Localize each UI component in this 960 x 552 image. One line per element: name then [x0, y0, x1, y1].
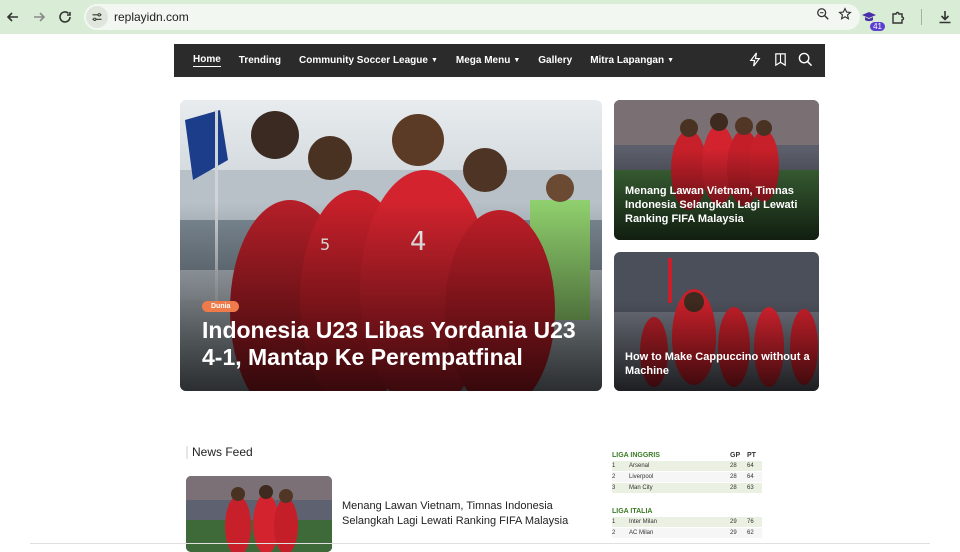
download-icon	[939, 11, 951, 24]
page-divider	[30, 543, 930, 544]
bolt-icon[interactable]	[748, 52, 763, 67]
points: 64	[747, 474, 754, 480]
points: 64	[747, 463, 754, 469]
league-name[interactable]: LIGA ITALIA	[612, 508, 730, 517]
puzzle-icon	[892, 11, 905, 24]
reload-button[interactable]	[52, 4, 78, 30]
team-name: Arsenal	[629, 463, 650, 469]
team-name: Liverpool	[629, 474, 654, 480]
points: 76	[747, 519, 754, 525]
table-row[interactable]: 2 Liverpool 28 64	[612, 472, 762, 483]
arrow-right-icon	[34, 12, 46, 22]
nav-label: Gallery	[538, 55, 573, 66]
nav-item-home[interactable]: Home	[193, 54, 221, 67]
nav-label: Mega Menu	[455, 55, 511, 66]
category-badge[interactable]: Dunia	[202, 301, 240, 312]
points: 62	[747, 530, 754, 536]
heading-accent	[186, 445, 188, 459]
bookmark-star-icon[interactable]	[838, 7, 852, 21]
side-article-title[interactable]: Menang Lawan Vietnam, Timnas Indonesia S…	[625, 184, 811, 226]
position: 1	[612, 463, 616, 469]
browser-toolbar: replayidn.com 41	[0, 0, 960, 34]
position: 1	[612, 519, 616, 525]
nav-item-gallery[interactable]: Gallery	[538, 55, 572, 66]
position: 2	[612, 530, 616, 536]
tune-icon	[92, 13, 102, 21]
league-table-inggris: LIGA INGGRIS GP PT 1 Arsenal 28 64 2 Liv…	[612, 452, 762, 494]
site-navbar: Home Trending Community Soccer League ▼ M…	[174, 44, 825, 77]
url-text[interactable]: replayidn.com	[114, 10, 189, 24]
nav-label: Mitra Lapangan	[590, 55, 665, 66]
extension-button[interactable]: 41	[857, 5, 885, 31]
main-menu: Home Trending Community Soccer League ▼ M…	[193, 54, 692, 67]
feed-item-title[interactable]: Menang Lawan Vietnam, Timnas Indonesia S…	[342, 499, 604, 529]
team-name: Inter Milan	[629, 519, 658, 525]
games-played: 29	[730, 519, 737, 525]
league-table-italia: LIGA ITALIA 1 Inter Milan 29 76 2 AC Mil…	[612, 508, 762, 539]
feed-item-photo	[186, 476, 332, 552]
games-played: 29	[730, 530, 737, 536]
arrow-left-icon	[6, 12, 18, 22]
extension-badge: 41	[870, 22, 885, 31]
feed-item-thumbnail[interactable]	[186, 476, 332, 552]
games-played: 28	[730, 463, 737, 469]
nav-item-mitra-lapangan[interactable]: Mitra Lapangan ▼	[590, 55, 674, 66]
nav-item-trending[interactable]: Trending	[239, 55, 281, 66]
download-button[interactable]	[932, 4, 958, 30]
side-article-card[interactable]: Menang Lawan Vietnam, Timnas Indonesia S…	[614, 100, 819, 240]
zoom-icon[interactable]	[816, 7, 830, 21]
chevron-down-icon: ▼	[667, 57, 675, 64]
gp-header	[730, 508, 747, 517]
nav-label: Home	[193, 54, 221, 67]
toolbar-divider	[921, 9, 922, 25]
position: 3	[612, 485, 616, 491]
nav-item-community-soccer-league[interactable]: Community Soccer League ▼	[299, 55, 438, 66]
table-row[interactable]: 2 AC Milan 29 62	[612, 528, 762, 539]
position: 2	[612, 474, 616, 480]
side-article-title[interactable]: How to Make Cappuccino without a Machine	[625, 350, 811, 378]
bookmark-icon[interactable]	[773, 52, 788, 67]
table-row[interactable]: 1 Arsenal 28 64	[612, 461, 762, 472]
team-name: AC Milan	[629, 530, 654, 536]
gp-header: GP	[730, 452, 741, 459]
side-article-card[interactable]: How to Make Cappuccino without a Machine	[614, 252, 819, 391]
nav-label: Community Soccer League	[299, 55, 428, 66]
featured-title[interactable]: Indonesia U23 Libas Yordania U23 4-1, Ma…	[202, 317, 587, 371]
games-played: 28	[730, 485, 737, 491]
address-bar[interactable]: replayidn.com	[84, 4, 860, 30]
news-feed-heading: News Feed	[186, 445, 253, 459]
pt-header	[747, 508, 762, 517]
back-button[interactable]	[0, 4, 26, 30]
site-info-button[interactable]	[86, 6, 108, 28]
featured-article-card[interactable]: 4 5 Dunia Indonesia U23 Libas Yordania U…	[180, 100, 602, 391]
games-played: 28	[730, 474, 737, 480]
section-title: News Feed	[192, 445, 253, 459]
forward-button[interactable]	[26, 4, 52, 30]
nav-label: Trending	[238, 55, 282, 66]
league-name[interactable]: LIGA INGGRIS	[612, 452, 730, 461]
league-header: LIGA INGGRIS GP PT	[612, 452, 762, 461]
table-row[interactable]: 3 Man City 28 63	[612, 483, 762, 494]
chevron-down-icon: ▼	[430, 57, 438, 64]
extensions-button[interactable]	[885, 4, 911, 30]
points: 63	[747, 485, 754, 491]
reload-icon	[59, 11, 71, 23]
chevron-down-icon: ▼	[513, 57, 521, 64]
team-name: Man City	[629, 485, 653, 491]
table-row[interactable]: 1 Inter Milan 29 76	[612, 517, 762, 528]
nav-item-mega-menu[interactable]: Mega Menu ▼	[456, 55, 520, 66]
search-icon[interactable]	[798, 52, 813, 67]
league-header: LIGA ITALIA	[612, 508, 762, 517]
pt-header: PT	[747, 452, 756, 459]
